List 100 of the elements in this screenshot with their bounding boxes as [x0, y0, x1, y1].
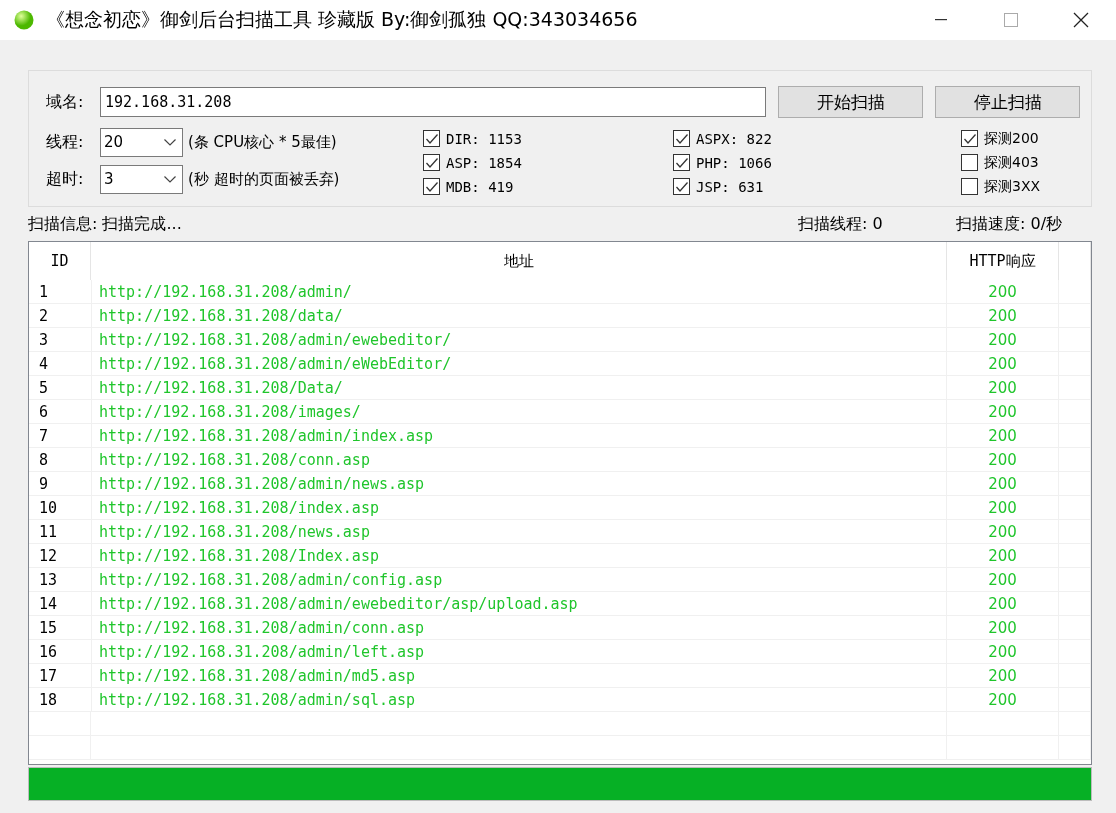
- status-code-cell: 200: [947, 544, 1059, 568]
- table-cell: 10: [29, 496, 92, 520]
- empty-cell: [1059, 520, 1091, 544]
- threads-label: 线程:: [46, 131, 85, 153]
- checkbox-label: JSP: 631: [696, 178, 764, 195]
- url-cell: http://192.168.31.208/Data/: [91, 376, 947, 400]
- status-code-cell: 200: [947, 280, 1059, 304]
- empty-cell: [1059, 688, 1091, 712]
- close-icon[interactable]: [1073, 12, 1089, 28]
- status-code-cell: 200: [947, 640, 1059, 664]
- empty-cell: [29, 712, 91, 736]
- url-cell: http://192.168.31.208/admin/: [91, 280, 947, 304]
- domain-input[interactable]: 192.168.31.208: [100, 87, 766, 117]
- stop-scan-button[interactable]: 停止扫描: [935, 86, 1080, 118]
- url-cell: http://192.168.31.208/admin/news.asp: [91, 472, 947, 496]
- caret-icon: [164, 175, 176, 183]
- domain-label: 域名:: [46, 91, 85, 113]
- table-cell: 18: [29, 688, 92, 712]
- table-cell: 17: [29, 664, 92, 688]
- table-cell: 7: [29, 424, 92, 448]
- checkbox[interactable]: [961, 154, 978, 171]
- url-cell: http://192.168.31.208/admin/ewebeditor/asp/upload.asp: [91, 592, 947, 616]
- timeout-hint: (秒 超时的页面被丢弃): [188, 169, 340, 189]
- checkbox-label: MDB: 419: [446, 178, 514, 195]
- empty-cell: [1059, 568, 1091, 592]
- empty-cell: [1059, 472, 1091, 496]
- checkbox-label: ASP: 1854: [446, 154, 522, 171]
- url-cell: http://192.168.31.208/news.asp: [91, 520, 947, 544]
- checkbox[interactable]: [961, 130, 978, 147]
- checkbox[interactable]: [423, 154, 440, 171]
- table-cell: 9: [29, 472, 92, 496]
- checkbox-label: DIR: 1153: [446, 130, 522, 147]
- start-scan-button[interactable]: 开始扫描: [778, 86, 923, 118]
- empty-cell: [1059, 352, 1091, 376]
- url-cell: http://192.168.31.208/admin/config.asp: [91, 568, 947, 592]
- url-cell: http://192.168.31.208/conn.asp: [91, 448, 947, 472]
- status-code-cell: 200: [947, 352, 1059, 376]
- empty-cell: [1059, 616, 1091, 640]
- url-cell: http://192.168.31.208/admin/conn.asp: [91, 616, 947, 640]
- checkbox[interactable]: [961, 178, 978, 195]
- checkbox[interactable]: [673, 130, 690, 147]
- empty-cell: [1059, 496, 1091, 520]
- url-cell: http://192.168.31.208/admin/left.asp: [91, 640, 947, 664]
- threads-hint: (条 CPU核心 * 5最佳): [188, 132, 337, 152]
- threads-dropdown[interactable]: 20: [100, 127, 183, 157]
- url-cell: http://192.168.31.208/admin/eWebEditor/: [91, 352, 947, 376]
- table-cell: 6: [29, 400, 92, 424]
- status-code-cell: 200: [947, 424, 1059, 448]
- status-code-cell: 200: [947, 376, 1059, 400]
- column-header[interactable]: ID: [29, 242, 91, 280]
- checkbox[interactable]: [423, 178, 440, 195]
- status-code-cell: 200: [947, 496, 1059, 520]
- url-cell: http://192.168.31.208/admin/index.asp: [91, 424, 947, 448]
- status-code-cell: 200: [947, 592, 1059, 616]
- minimize-icon[interactable]: [935, 19, 947, 21]
- empty-cell: [1059, 328, 1091, 352]
- caret-icon: [164, 138, 176, 146]
- window-title: 《想念初恋》御剑后台扫描工具 珍藏版 By:御剑孤独 QQ:343034656: [46, 7, 639, 32]
- empty-cell: [1059, 304, 1091, 328]
- checkbox-label: PHP: 1066: [696, 154, 772, 171]
- url-cell: http://192.168.31.208/admin/sql.asp: [91, 688, 947, 712]
- checkbox-label: 探测3XX: [984, 177, 1041, 196]
- table-cell: 1: [29, 280, 92, 304]
- empty-cell: [1059, 544, 1091, 568]
- url-cell: http://192.168.31.208/data/: [91, 304, 947, 328]
- checkbox-label: ASPX: 822: [696, 130, 772, 147]
- empty-cell: [1059, 736, 1091, 760]
- checkbox-label: 探测200: [984, 129, 1039, 148]
- table-cell: 11: [29, 520, 92, 544]
- table-cell: 13: [29, 568, 92, 592]
- column-header[interactable]: 地址: [91, 242, 947, 280]
- checkbox[interactable]: [673, 154, 690, 171]
- table-cell: 16: [29, 640, 92, 664]
- empty-cell: [1059, 640, 1091, 664]
- status-code-cell: 200: [947, 472, 1059, 496]
- empty-cell: [1059, 376, 1091, 400]
- url-cell: http://192.168.31.208/admin/md5.asp: [91, 664, 947, 688]
- column-header[interactable]: HTTP响应: [947, 242, 1059, 280]
- timeout-dropdown[interactable]: 3: [100, 164, 183, 194]
- table-cell: 14: [29, 592, 92, 616]
- table-cell: 12: [29, 544, 92, 568]
- url-cell: http://192.168.31.208/index.asp: [91, 496, 947, 520]
- app-icon: [14, 10, 34, 30]
- status-code-cell: 200: [947, 304, 1059, 328]
- url-cell: http://192.168.31.208/admin/ewebeditor/: [91, 328, 947, 352]
- status-code-cell: 200: [947, 568, 1059, 592]
- empty-cell: [29, 736, 91, 760]
- scan-info-text: 扫描信息: 扫描完成...: [28, 213, 183, 235]
- scan-speed-text: 扫描速度: 0/秒: [956, 213, 1064, 235]
- empty-cell: [1059, 664, 1091, 688]
- timeout-label: 超时:: [46, 168, 85, 190]
- status-code-cell: 200: [947, 448, 1059, 472]
- empty-cell: [1059, 400, 1091, 424]
- status-code-cell: 200: [947, 616, 1059, 640]
- table-cell: 2: [29, 304, 92, 328]
- status-code-cell: 200: [947, 688, 1059, 712]
- empty-cell: [1059, 592, 1091, 616]
- empty-cell: [1059, 424, 1091, 448]
- checkbox[interactable]: [673, 178, 690, 195]
- checkbox[interactable]: [423, 130, 440, 147]
